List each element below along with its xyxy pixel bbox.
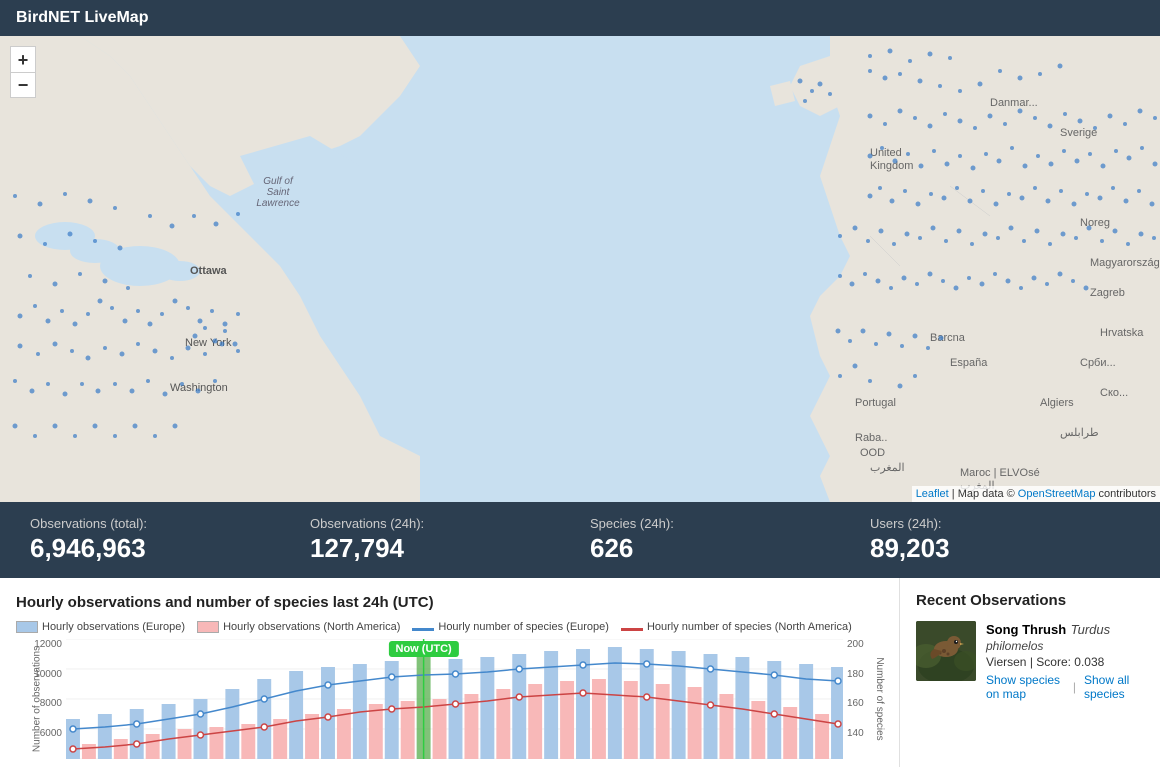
stat-species-label: Species (24h):	[590, 516, 850, 531]
chart-wrapper: 12000 10000 8000 6000 200 180 160 140 Nu…	[16, 639, 883, 759]
svg-text:Ско...: Ско...	[1100, 387, 1128, 399]
legend-europe-obs-box	[16, 621, 38, 633]
recent-observations-panel: Recent Observations	[900, 578, 1160, 767]
legend-na-obs-label: Hourly observations (North America)	[223, 621, 400, 633]
legend-europe-obs-label: Hourly observations (Europe)	[42, 621, 185, 633]
obs-action-links: Show species on map | Show all species	[986, 673, 1144, 701]
map-container: Gulf of Saint Lawrence Ottawa New York W…	[0, 36, 1160, 502]
app-title: BirdNET LiveMap	[16, 9, 148, 27]
svg-text:Magyarország: Magyarország	[1090, 257, 1160, 269]
map-svg: Gulf of Saint Lawrence Ottawa New York W…	[0, 36, 1160, 502]
svg-text:United: United	[870, 147, 902, 159]
svg-text:المغرب: المغرب	[870, 462, 905, 474]
obs-scientific-species: philomelos	[986, 639, 1144, 653]
legend-na-species-box	[621, 628, 643, 631]
svg-text:Raba..: Raba..	[855, 432, 887, 444]
svg-text:Sverige: Sverige	[1060, 127, 1097, 139]
stat-users-label: Users (24h):	[870, 516, 1130, 531]
chart-title: Hourly observations and number of specie…	[16, 594, 883, 611]
svg-text:España: España	[950, 357, 988, 369]
y-label-left: Number of observations	[32, 646, 43, 752]
svg-text:Ottawa: Ottawa	[190, 265, 228, 277]
leaflet-link[interactable]: Leaflet	[916, 488, 949, 500]
map-controls: + −	[10, 46, 36, 98]
observation-item: Song Thrush Turdus philomelos Viersen | …	[916, 621, 1144, 701]
legend-na-species: Hourly number of species (North America)	[621, 621, 852, 633]
zoom-in-button[interactable]: +	[10, 46, 36, 72]
now-label-container: Now (UTC)	[389, 639, 459, 657]
svg-text:طرابلس: طرابلس	[1060, 427, 1099, 439]
y-label-right: Number of species	[874, 657, 885, 740]
svg-text:OOD: OOD	[860, 447, 885, 459]
map-attribution: Leaflet | Map data © OpenStreetMap contr…	[912, 486, 1160, 502]
now-label: Now (UTC)	[389, 641, 459, 657]
obs-common-name: Song Thrush Turdus	[986, 621, 1144, 639]
svg-text:Hrvatska: Hrvatska	[1100, 327, 1144, 339]
legend-europe-species: Hourly number of species (Europe)	[412, 621, 609, 633]
legend-europe-species-box	[412, 628, 434, 631]
svg-text:Algiers: Algiers	[1040, 397, 1074, 409]
stats-bar: Observations (total): 6,946,963 Observat…	[0, 502, 1160, 578]
zoom-out-button[interactable]: −	[10, 72, 36, 98]
svg-text:Saint: Saint	[267, 187, 291, 198]
obs-thumbnail	[916, 621, 976, 681]
recent-obs-title: Recent Observations	[916, 592, 1144, 609]
legend-europe-species-label: Hourly number of species (Europe)	[438, 621, 609, 633]
svg-text:Срби...: Срби...	[1080, 357, 1116, 369]
stat-24h-obs: Observations (24h): 127,794	[300, 512, 580, 568]
svg-text:Barcna: Barcna	[930, 332, 966, 344]
obs-location-score: Viersen | Score: 0.038	[986, 655, 1144, 669]
stat-species-value: 626	[590, 533, 850, 564]
svg-text:Portugal: Portugal	[855, 397, 896, 409]
legend-na-obs: Hourly observations (North America)	[197, 621, 400, 633]
stat-total-obs-label: Observations (total):	[30, 516, 290, 531]
svg-text:New York: New York	[185, 337, 232, 349]
svg-text:Gulf of: Gulf of	[263, 176, 294, 187]
bottom-section: Hourly observations and number of specie…	[0, 578, 1160, 767]
chart-legend: Hourly observations (Europe) Hourly obse…	[16, 621, 883, 633]
svg-text:Lawrence: Lawrence	[256, 198, 300, 209]
stat-species: Species (24h): 626	[580, 512, 860, 568]
stat-total-obs: Observations (total): 6,946,963	[20, 512, 300, 568]
app-header: BirdNET LiveMap	[0, 0, 1160, 36]
osm-link[interactable]: OpenStreetMap	[1018, 488, 1096, 500]
chart-area: Hourly observations and number of specie…	[0, 578, 900, 767]
stat-24h-obs-value: 127,794	[310, 533, 570, 564]
legend-na-species-label: Hourly number of species (North America)	[647, 621, 852, 633]
stat-users: Users (24h): 89,203	[860, 512, 1140, 568]
svg-text:Noreg: Noreg	[1080, 217, 1110, 229]
stat-users-value: 89,203	[870, 533, 1130, 564]
chart-svg	[66, 639, 843, 759]
show-all-species-link[interactable]: Show all species	[1084, 673, 1144, 701]
svg-text:Kingdom: Kingdom	[870, 160, 913, 172]
obs-info: Song Thrush Turdus philomelos Viersen | …	[986, 621, 1144, 701]
svg-text:Danmar...: Danmar...	[990, 97, 1038, 109]
legend-na-obs-box	[197, 621, 219, 633]
stat-total-obs-value: 6,946,963	[30, 533, 290, 564]
stat-24h-obs-label: Observations (24h):	[310, 516, 570, 531]
show-species-map-link[interactable]: Show species on map	[986, 673, 1065, 701]
svg-text:Maroc | ELVOsé: Maroc | ELVOsé	[960, 467, 1040, 479]
svg-text:Zagreb: Zagreb	[1090, 287, 1125, 299]
legend-europe-obs: Hourly observations (Europe)	[16, 621, 185, 633]
